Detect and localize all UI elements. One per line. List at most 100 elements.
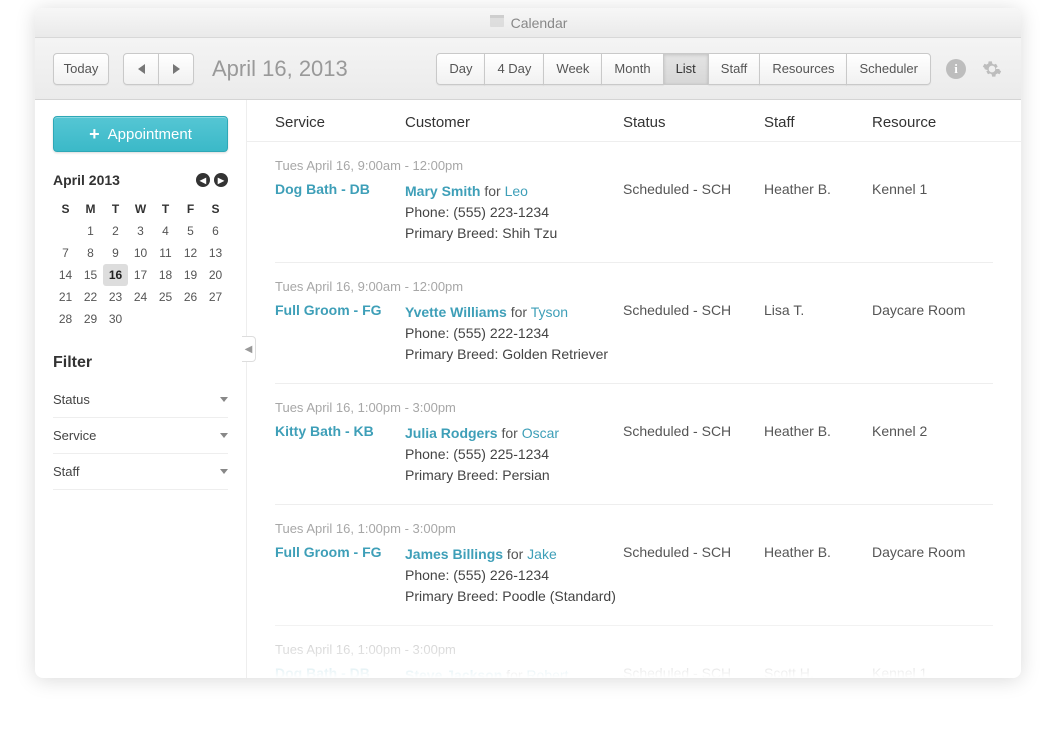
calendar-day[interactable]: 9 xyxy=(103,242,128,264)
pet-link[interactable]: Jake xyxy=(527,546,557,562)
appointment-row[interactable]: Tues April 16, 1:00pm - 3:00pm Kitty Bath… xyxy=(275,384,993,505)
calendar-day[interactable]: 8 xyxy=(78,242,103,264)
view-tab-list[interactable]: List xyxy=(663,53,709,85)
customer-link[interactable]: Julia Rodgers xyxy=(405,425,498,441)
calendar-icon xyxy=(489,13,505,32)
appointment-row[interactable]: Tues April 16, 1:00pm - 3:00pm Dog Bath -… xyxy=(275,626,993,678)
calendar-day[interactable]: 22 xyxy=(78,286,103,308)
add-appointment-button[interactable]: + Appointment xyxy=(53,116,228,152)
calendar-day[interactable]: 13 xyxy=(203,242,228,264)
col-header-service: Service xyxy=(275,114,405,131)
calendar-day[interactable]: 2 xyxy=(103,220,128,242)
calendar-day xyxy=(128,308,153,330)
calendar-day[interactable]: 6 xyxy=(203,220,228,242)
view-tab-staff[interactable]: Staff xyxy=(708,53,761,85)
appointment-time: Tues April 16, 9:00am - 12:00pm xyxy=(275,158,993,173)
filter-staff[interactable]: Staff xyxy=(53,454,228,490)
calendar-day[interactable]: 24 xyxy=(128,286,153,308)
next-date-button[interactable] xyxy=(158,53,194,85)
customer-cell: Yvette Williams for TysonPhone: (555) 22… xyxy=(405,302,623,365)
customer-cell: Steve Jackson for Robert xyxy=(405,665,623,678)
pet-link[interactable]: Leo xyxy=(505,183,528,199)
customer-phone: Phone: (555) 223-1234 xyxy=(405,202,623,223)
chevron-down-icon xyxy=(220,433,228,438)
today-button[interactable]: Today xyxy=(53,53,109,85)
view-tab-month[interactable]: Month xyxy=(601,53,663,85)
staff-cell: Scott H. xyxy=(764,665,872,678)
calendar-day[interactable]: 18 xyxy=(153,264,178,286)
calendar-day[interactable]: 28 xyxy=(53,308,78,330)
calendar-day[interactable]: 17 xyxy=(128,264,153,286)
pet-breed: Primary Breed: Persian xyxy=(405,465,623,486)
for-label: for xyxy=(502,667,526,678)
customer-link[interactable]: Yvette Williams xyxy=(405,304,507,320)
staff-cell: Heather B. xyxy=(764,544,872,560)
view-tab-day[interactable]: Day xyxy=(436,53,485,85)
settings-button[interactable] xyxy=(981,58,1003,80)
view-tab-4-day[interactable]: 4 Day xyxy=(484,53,544,85)
calendar-day[interactable]: 30 xyxy=(103,308,128,330)
pet-link[interactable]: Oscar xyxy=(522,425,559,441)
calendar-day[interactable]: 14 xyxy=(53,264,78,286)
view-tab-resources[interactable]: Resources xyxy=(759,53,847,85)
calendar-day[interactable]: 3 xyxy=(128,220,153,242)
filter-heading: Filter xyxy=(53,354,228,372)
calendar-day[interactable]: 10 xyxy=(128,242,153,264)
service-link[interactable]: Dog Bath - DB xyxy=(275,665,405,678)
status-cell: Scheduled - SCH xyxy=(623,181,764,197)
calendar-day[interactable]: 11 xyxy=(153,242,178,264)
resource-cell: Daycare Room xyxy=(872,302,993,318)
calendar-day[interactable]: 25 xyxy=(153,286,178,308)
status-cell: Scheduled - SCH xyxy=(623,665,764,678)
view-tab-week[interactable]: Week xyxy=(543,53,602,85)
filter-label: Staff xyxy=(53,464,80,479)
customer-link[interactable]: Mary Smith xyxy=(405,183,480,199)
calendar-day[interactable]: 4 xyxy=(153,220,178,242)
sidebar: + Appointment April 2013 ◀ ▶ SMTWTFS 123… xyxy=(35,100,247,678)
calendar-day[interactable]: 29 xyxy=(78,308,103,330)
calendar-day[interactable]: 20 xyxy=(203,264,228,286)
calendar-day[interactable]: 21 xyxy=(53,286,78,308)
calendar-day[interactable]: 1 xyxy=(78,220,103,242)
service-link[interactable]: Full Groom - FG xyxy=(275,544,405,560)
calendar-day[interactable]: 5 xyxy=(178,220,203,242)
service-link[interactable]: Dog Bath - DB xyxy=(275,181,405,197)
appointment-row[interactable]: Tues April 16, 9:00am - 12:00pm Dog Bath … xyxy=(275,142,993,263)
customer-link[interactable]: Steve Jackson xyxy=(405,667,502,678)
chevron-right-icon xyxy=(173,64,180,74)
mini-calendar-prev-button[interactable]: ◀ xyxy=(196,173,210,187)
customer-link[interactable]: James Billings xyxy=(405,546,503,562)
filter-service[interactable]: Service xyxy=(53,418,228,454)
calendar-day[interactable]: 16 xyxy=(103,264,128,286)
view-tab-scheduler[interactable]: Scheduler xyxy=(846,53,931,85)
dow-label: W xyxy=(128,198,153,220)
calendar-day xyxy=(153,308,178,330)
calendar-day[interactable]: 27 xyxy=(203,286,228,308)
info-button[interactable]: i xyxy=(945,58,967,80)
mini-calendar-next-button[interactable]: ▶ xyxy=(214,173,228,187)
appointment-time: Tues April 16, 1:00pm - 3:00pm xyxy=(275,400,993,415)
calendar-day[interactable]: 26 xyxy=(178,286,203,308)
col-header-status: Status xyxy=(623,114,764,131)
calendar-day[interactable]: 7 xyxy=(53,242,78,264)
dow-label: F xyxy=(178,198,203,220)
appointment-time: Tues April 16, 1:00pm - 3:00pm xyxy=(275,521,993,536)
calendar-day[interactable]: 15 xyxy=(78,264,103,286)
status-cell: Scheduled - SCH xyxy=(623,302,764,318)
appointment-row[interactable]: Tues April 16, 1:00pm - 3:00pm Full Groom… xyxy=(275,505,993,626)
service-link[interactable]: Kitty Bath - KB xyxy=(275,423,405,439)
prev-date-button[interactable] xyxy=(123,53,159,85)
calendar-day[interactable]: 23 xyxy=(103,286,128,308)
gear-icon xyxy=(982,59,1002,79)
pet-link[interactable]: Tyson xyxy=(531,304,568,320)
calendar-day[interactable]: 19 xyxy=(178,264,203,286)
status-cell: Scheduled - SCH xyxy=(623,423,764,439)
customer-phone: Phone: (555) 226-1234 xyxy=(405,565,623,586)
view-tabs: Day4 DayWeekMonthListStaffResourcesSched… xyxy=(436,53,931,85)
calendar-day[interactable]: 12 xyxy=(178,242,203,264)
appointment-time: Tues April 16, 1:00pm - 3:00pm xyxy=(275,642,993,657)
pet-link[interactable]: Robert xyxy=(526,667,568,678)
service-link[interactable]: Full Groom - FG xyxy=(275,302,405,318)
appointment-row[interactable]: Tues April 16, 9:00am - 12:00pmFull Groo… xyxy=(275,263,993,384)
filter-status[interactable]: Status xyxy=(53,382,228,418)
